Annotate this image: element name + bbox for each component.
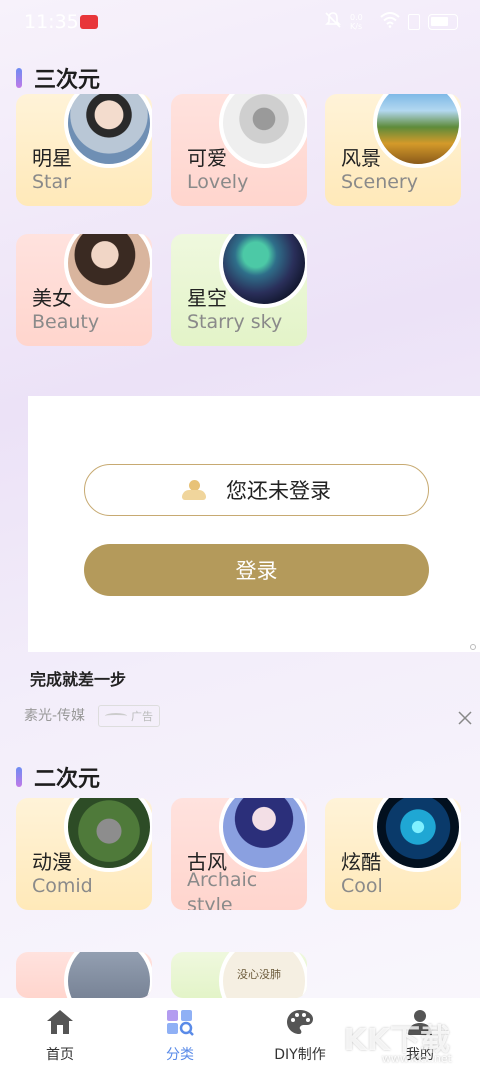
category-card-scenery[interactable]: 风景 Scenery — [325, 94, 461, 206]
partial-thumbnail-2: 没心没肺 — [219, 952, 307, 998]
watermark-url: www.kkx.net — [381, 1052, 452, 1065]
ad-corner-icon — [470, 644, 476, 650]
category-card-partial[interactable]: 没心没肺 — [171, 952, 307, 998]
login-button[interactable]: 登录 — [84, 544, 429, 596]
card-subtitle: Starry sky — [187, 311, 283, 333]
section-accent-bar — [16, 767, 22, 787]
category-card-anime[interactable]: 动漫 Comid — [16, 798, 152, 910]
nav-label: DIY制作 — [274, 1047, 326, 1063]
card-subtitle: Lovely — [187, 171, 249, 193]
scenery-thumbnail — [373, 94, 461, 168]
nav-diy[interactable]: DIY制作 — [240, 998, 360, 1066]
nav-label: 首页 — [46, 1047, 74, 1063]
category-card-cool[interactable]: 炫酷 Cool — [325, 798, 461, 910]
sim-icon — [408, 14, 420, 30]
category-card-partial[interactable] — [16, 952, 152, 998]
nav-label: 分类 — [166, 1047, 194, 1063]
star-thumbnail — [64, 94, 152, 168]
card-title: 风景 — [341, 146, 381, 170]
ad-label-text: 广告 — [131, 710, 153, 723]
network-speed: 0.0 K/s — [350, 13, 363, 31]
card-title: 美女 — [32, 286, 72, 310]
nav-category[interactable]: 分类 — [120, 998, 240, 1066]
lovely-thumbnail — [219, 94, 307, 168]
card-title: 星空 — [187, 286, 227, 310]
card-title: 明星 — [32, 146, 72, 170]
wifi-icon — [380, 12, 400, 32]
nav-home[interactable]: 首页 — [0, 998, 120, 1066]
card-subtitle: Comid — [32, 875, 93, 897]
battery-icon — [428, 14, 458, 30]
partial-thumbnail-1 — [64, 952, 152, 998]
card-subtitle: Archaic style — [187, 869, 258, 910]
starry-sky-thumbnail — [219, 234, 307, 308]
cool-thumbnail — [373, 798, 461, 872]
section-header-3d: 三次元 — [16, 62, 100, 94]
category-card-lovely[interactable]: 可爱 Lovely — [171, 94, 307, 206]
category-card-beauty[interactable]: 美女 Beauty — [16, 234, 152, 346]
archaic-thumbnail — [219, 798, 307, 872]
status-icons: 0.0 K/s — [324, 11, 458, 33]
category-card-star[interactable]: 明星 Star — [16, 94, 152, 206]
not-logged-in-banner[interactable]: 您还未登录 — [84, 464, 429, 516]
card-title: 可爱 — [187, 146, 227, 170]
ad-source: 素光-传媒 — [24, 708, 86, 724]
mute-icon — [324, 11, 342, 33]
not-logged-in-text: 您还未登录 — [226, 479, 331, 503]
card-title: 炫酷 — [341, 850, 381, 874]
category-card-archaic[interactable]: 古风 Archaic style — [171, 798, 307, 910]
status-bar: 11:35 0.0 K/s — [0, 0, 480, 44]
ad-login-panel: 您还未登录 登录 — [28, 396, 480, 652]
anime-thumbnail — [64, 798, 152, 872]
ad-label-badge: 广告 — [98, 705, 160, 727]
ad-title[interactable]: 完成就差一步 — [30, 666, 126, 690]
beauty-thumbnail — [64, 234, 152, 308]
category-card-starry-sky[interactable]: 星空 Starry sky — [171, 234, 307, 346]
section-header-2d: 二次元 — [16, 761, 100, 793]
card-subtitle: Cool — [341, 875, 383, 897]
category-search-icon — [165, 1008, 195, 1040]
section-title: 二次元 — [34, 767, 101, 792]
user-coin-icon — [182, 480, 208, 500]
status-time: 11:35 — [24, 11, 79, 33]
card-subtitle: Scenery — [341, 171, 418, 193]
section-accent-bar — [16, 68, 22, 88]
ad-logo-icon — [105, 713, 127, 719]
notification-app-icon — [80, 15, 98, 29]
home-icon — [45, 1008, 75, 1040]
card-subtitle: Beauty — [32, 311, 100, 333]
partial-card-text: 没心没肺 — [237, 968, 281, 981]
palette-icon — [285, 1008, 315, 1040]
section-title: 三次元 — [34, 68, 101, 93]
card-title: 动漫 — [32, 850, 72, 874]
card-subtitle: Star — [32, 171, 71, 193]
close-ad-icon[interactable] — [458, 710, 474, 726]
